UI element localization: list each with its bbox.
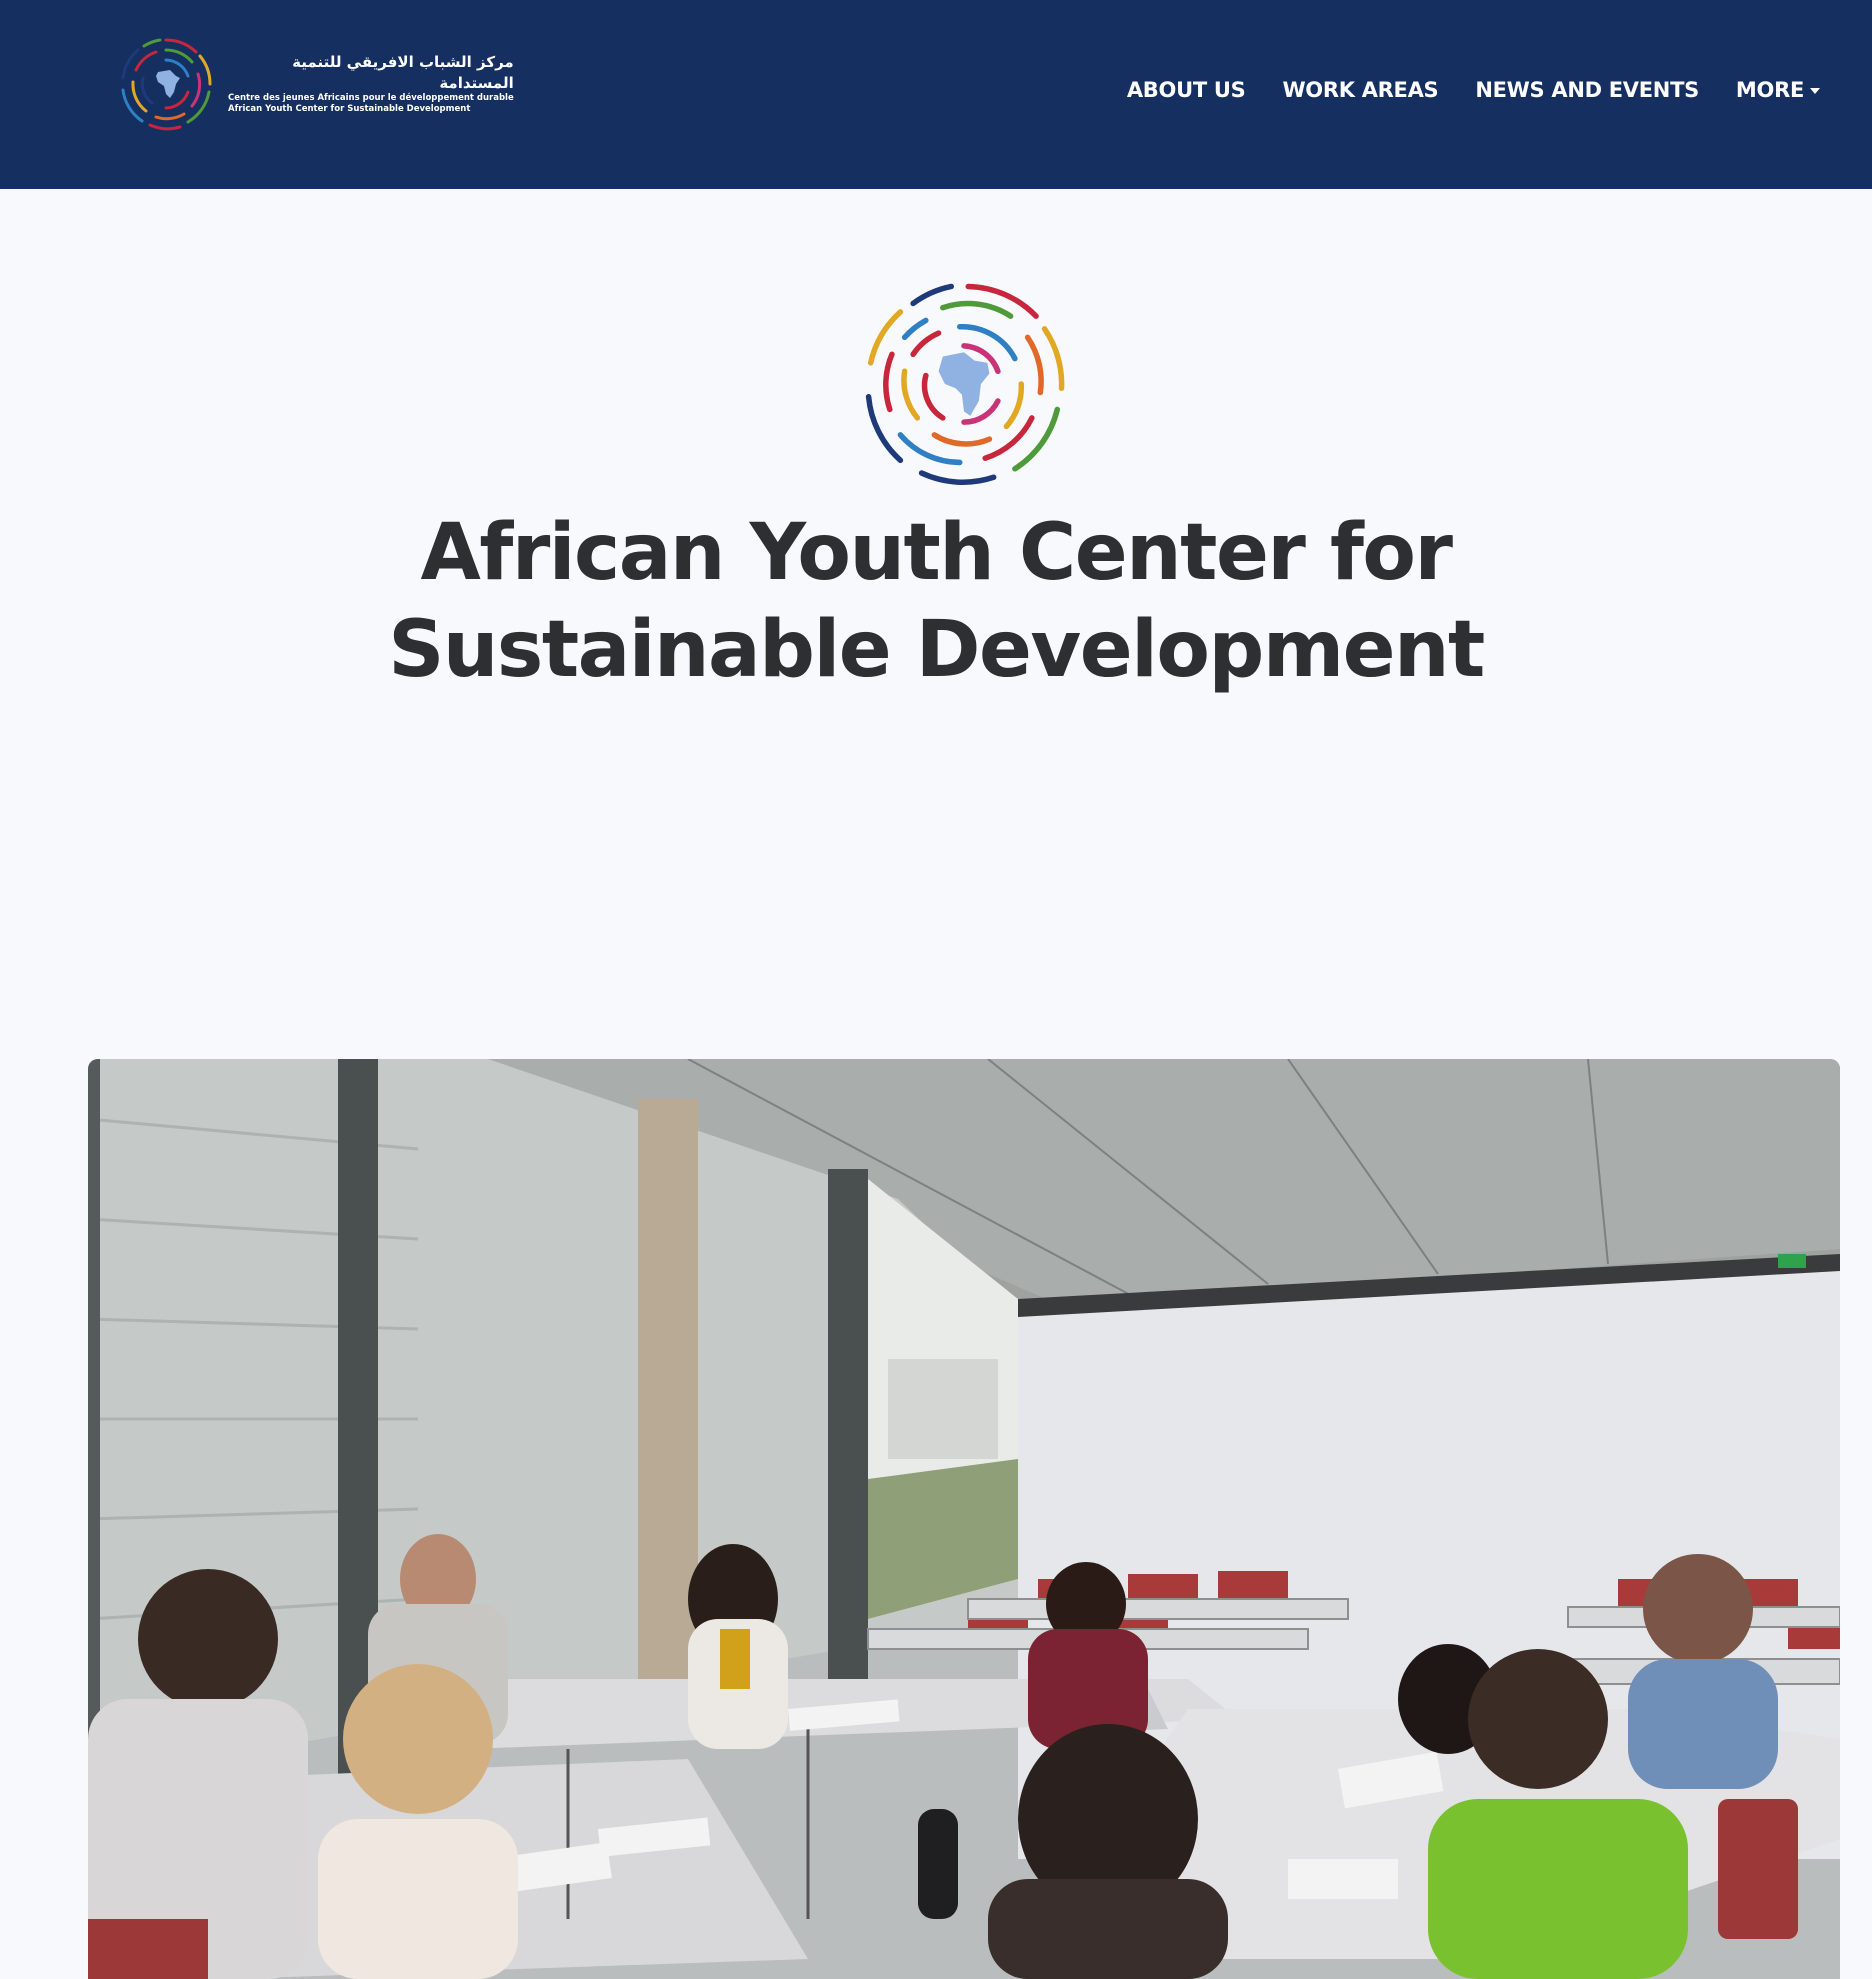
page-title-line-2: Sustainable Development <box>388 605 1485 695</box>
photo-illustration <box>88 1059 1840 1979</box>
page-title: African Youth Center for Sustainable Dev… <box>286 505 1586 699</box>
page-title-line-1: African Youth Center for <box>420 508 1453 598</box>
brand-logo-link[interactable]: مركز الشباب الافريقي للتنمية المستدامة C… <box>116 34 514 134</box>
nav-about-us[interactable]: ABOUT US <box>1127 78 1246 102</box>
main-nav: ABOUT US WORK AREAS NEWS AND EVENTS MORE <box>1127 72 1820 108</box>
brand-arabic-name: مركز الشباب الافريقي للتنمية المستدامة <box>292 53 514 92</box>
brand-text: مركز الشباب الافريقي للتنمية المستدامة C… <box>228 52 514 115</box>
brand-english-name: African Youth Center for Sustainable Dev… <box>228 104 471 115</box>
workshop-classroom-photo <box>88 1059 1840 1979</box>
hero-logo-icon <box>865 283 1065 485</box>
nav-news-and-events[interactable]: NEWS AND EVENTS <box>1475 78 1699 102</box>
caret-down-icon <box>1810 88 1820 94</box>
brand-french-name: Centre des jeunes Africains pour le déve… <box>228 92 514 103</box>
nav-more-label: MORE <box>1735 78 1804 102</box>
brand-logo-icon <box>121 38 212 131</box>
nav-work-areas[interactable]: WORK AREAS <box>1282 78 1438 102</box>
nav-more-dropdown[interactable]: MORE <box>1736 78 1820 102</box>
top-navbar: مركز الشباب الافريقي للتنمية المستدامة C… <box>0 0 1872 189</box>
